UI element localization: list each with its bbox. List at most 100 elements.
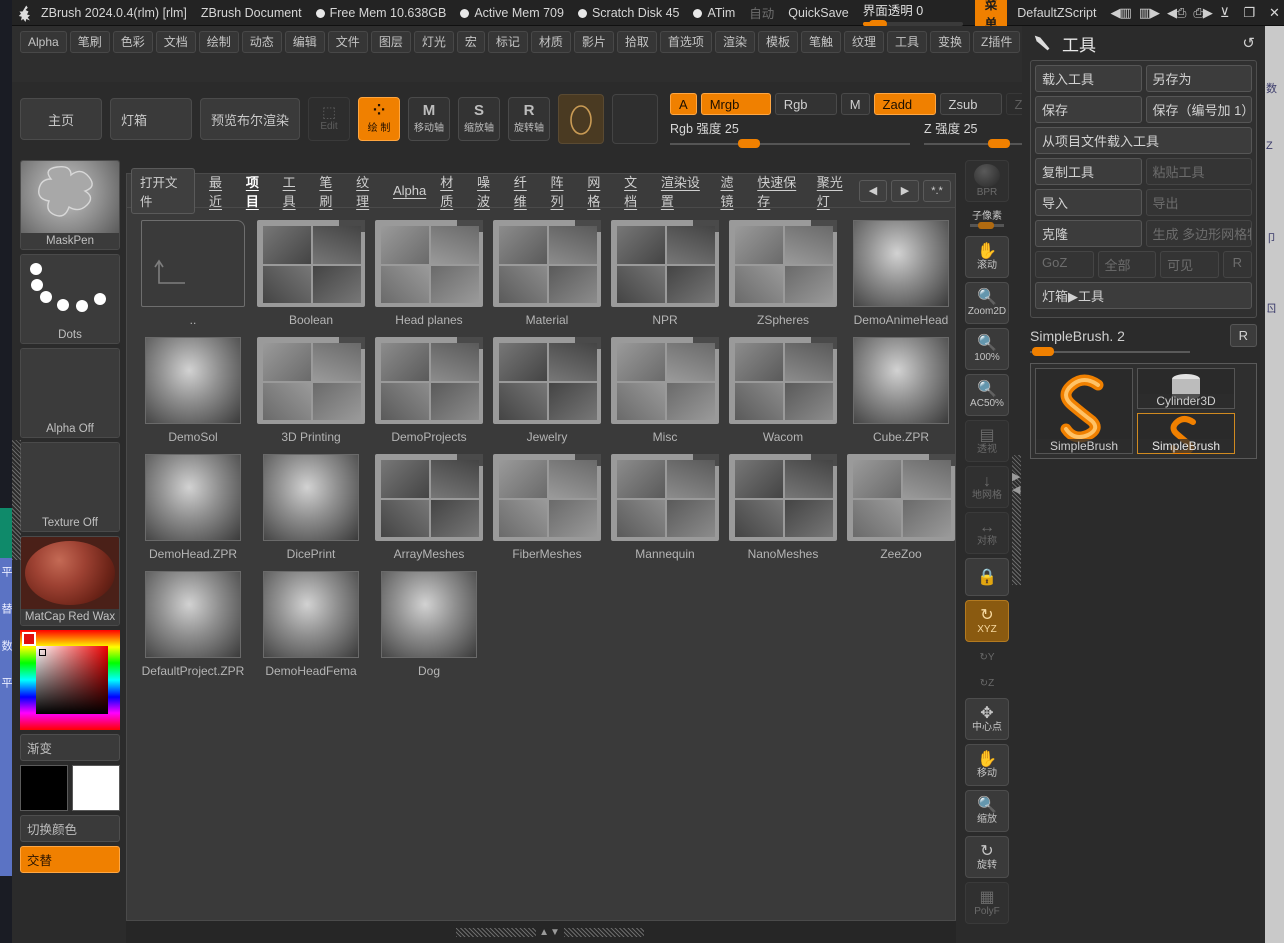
scroll-left-icon[interactable]: ◀▥ xyxy=(1110,5,1131,21)
rgb-intensity-track[interactable] xyxy=(670,139,911,148)
material-shelf[interactable]: MatCap Red Wax xyxy=(20,536,120,626)
rgb-intensity-slider[interactable]: Rgb 强度 25 xyxy=(670,118,911,148)
lightbox-tab-14[interactable]: 快速保存 xyxy=(751,169,809,213)
scroll-right-icon[interactable]: ▥▶ xyxy=(1139,5,1160,21)
color-picker[interactable] xyxy=(20,630,120,730)
menu-item-17[interactable]: 模板 xyxy=(757,31,798,53)
texture-shelf[interactable]: Texture Off xyxy=(20,442,120,532)
tool-button-0-1[interactable]: 另存为 xyxy=(1145,65,1252,92)
menu-item-21[interactable]: 变换 xyxy=(930,31,971,53)
lightbox-item[interactable]: DicePrint xyxy=(255,450,367,561)
lightbox-tab-12[interactable]: 渲染设置 xyxy=(655,169,713,213)
menu-item-2[interactable]: 色彩 xyxy=(112,31,153,53)
canvas-scroll-up-down-icon[interactable]: ▲▼ xyxy=(539,927,561,938)
menu-item-7[interactable]: 文件 xyxy=(327,31,368,53)
menu-item-0[interactable]: Alpha xyxy=(20,31,67,53)
lightbox-tab-4[interactable]: 纹理 xyxy=(350,169,385,213)
menu-item-9[interactable]: 灯光 xyxy=(413,31,454,53)
menu-item-16[interactable]: 渲染 xyxy=(714,31,755,53)
stroke-shelf[interactable]: Dots xyxy=(20,254,120,344)
frame-center-button[interactable]: ✥ 中心点 xyxy=(965,698,1009,740)
lightbox-tab-9[interactable]: 阵列 xyxy=(545,169,580,213)
tool-button-4-0[interactable]: 导入 xyxy=(1035,189,1142,216)
lightbox-item[interactable]: ArrayMeshes xyxy=(373,450,485,561)
lightbox-item[interactable]: DefaultProject.ZPR xyxy=(137,567,249,678)
minimize-button[interactable]: ⊻ xyxy=(1220,5,1230,21)
tool-button-2-0[interactable]: 从项目文件载入工具 xyxy=(1035,127,1252,154)
rgb-intensity-knob[interactable] xyxy=(738,139,761,148)
material-swatch-button[interactable] xyxy=(558,94,605,144)
lightbox-tab-3[interactable]: 笔刷 xyxy=(313,169,348,213)
lightbox-item[interactable]: FiberMeshes xyxy=(491,450,603,561)
lightbox-tab-0[interactable]: 最近 xyxy=(203,169,238,213)
rotate-button[interactable]: ↻ 旋转 xyxy=(965,836,1009,878)
lightbox-item[interactable]: DemoHeadFema xyxy=(255,567,367,678)
switch-mrgb[interactable]: Mrgb xyxy=(700,93,771,115)
lightbox-item[interactable]: .. xyxy=(137,216,249,327)
switch-zsub[interactable]: Zsub xyxy=(939,93,1002,115)
lightbox-item[interactable]: DemoHead.ZPR xyxy=(137,450,249,561)
lightbox-tab-10[interactable]: 网格 xyxy=(581,169,616,213)
switch-zadd[interactable]: Zadd xyxy=(873,93,936,115)
alternate-button[interactable]: 交替 xyxy=(20,846,120,873)
lightbox-item[interactable]: DemoSol xyxy=(137,333,249,444)
menu-item-6[interactable]: 编辑 xyxy=(284,31,325,53)
panel-expand-right-icon[interactable]: ⎙▶ xyxy=(1193,5,1212,21)
current-tool-knob[interactable] xyxy=(1032,347,1054,356)
rotate-mode-button[interactable]: R 旋转轴 xyxy=(508,97,551,141)
camera-lock-button[interactable]: 🔒 xyxy=(965,558,1009,596)
lightbox-collapse-arrows[interactable]: ▶ ◀ xyxy=(1012,470,1020,496)
menu-item-22[interactable]: Z插件 xyxy=(973,31,1021,53)
menu-item-12[interactable]: 材质 xyxy=(530,31,571,53)
lightbox-tab-5[interactable]: Alpha xyxy=(387,180,432,201)
lightbox-item[interactable]: Wacom xyxy=(727,333,839,444)
quicksave-button[interactable]: QuickSave xyxy=(788,6,848,20)
menu-item-19[interactable]: 纹理 xyxy=(843,31,884,53)
tool-button-0-0[interactable]: 载入工具 xyxy=(1035,65,1142,92)
switch-a[interactable]: A xyxy=(670,93,697,115)
tool-button-1-1[interactable]: 保存（编号加 1） xyxy=(1145,96,1252,123)
lightbox-tab-1[interactable]: 项目 xyxy=(240,169,275,213)
menu-item-18[interactable]: 笔触 xyxy=(800,31,841,53)
current-tool-track[interactable] xyxy=(1030,347,1190,356)
lightbox-item[interactable]: 3D Printing xyxy=(255,333,367,444)
lightbox-item[interactable]: NanoMeshes xyxy=(727,450,839,561)
actual-size-50-button[interactable]: 🔍 AC50% xyxy=(965,374,1009,416)
left-scroll-strip[interactable] xyxy=(12,440,21,560)
switch-m[interactable]: M xyxy=(840,93,870,115)
picker-current-swatch[interactable] xyxy=(22,632,36,646)
lightbox-item[interactable]: DemoAnimeHead xyxy=(845,216,957,327)
zoom-100-button[interactable]: 🔍 100% xyxy=(965,328,1009,370)
restore-button[interactable]: ❐ xyxy=(1243,5,1255,21)
lightbox-tab-15[interactable]: 聚光灯 xyxy=(811,169,857,213)
home-button[interactable]: 主页 xyxy=(20,98,102,140)
current-material-button[interactable] xyxy=(612,94,659,144)
menu-item-8[interactable]: 图层 xyxy=(370,31,411,53)
lightbox-button[interactable]: 灯箱 xyxy=(110,98,192,140)
alpha-shelf[interactable]: Alpha Off xyxy=(20,348,120,438)
lightbox-item[interactable]: ZSpheres xyxy=(727,216,839,327)
menu-item-15[interactable]: 首选项 xyxy=(659,31,712,53)
zscript-label[interactable]: DefaultZScript xyxy=(1017,6,1096,20)
menu-item-4[interactable]: 绘制 xyxy=(198,31,239,53)
scale-mode-button[interactable]: S 缩放轴 xyxy=(458,97,501,141)
lightbox-prev-button[interactable]: ◀ xyxy=(859,179,887,202)
lightbox-tab-11[interactable]: 文档 xyxy=(618,169,653,213)
menu-item-5[interactable]: 动态 xyxy=(241,31,282,53)
ui-transparency-track[interactable] xyxy=(862,19,963,28)
preview-boolean-button[interactable]: 预览布尔渲染 xyxy=(200,98,301,140)
secondary-color-swatch[interactable] xyxy=(72,765,120,811)
menu-item-14[interactable]: 拾取 xyxy=(616,31,657,53)
open-file-button[interactable]: 打开文件 xyxy=(131,167,196,214)
lightbox-tab-2[interactable]: 工具 xyxy=(277,169,312,213)
switch-color-button[interactable]: 切换颜色 xyxy=(20,815,120,842)
lightbox-item[interactable]: Misc xyxy=(609,333,721,444)
tool-button-3-0[interactable]: 复制工具 xyxy=(1035,158,1142,185)
menu-item-11[interactable]: 标记 xyxy=(487,31,528,53)
canvas-scroll-right[interactable] xyxy=(563,927,644,937)
brush-shelf[interactable]: MaskPen xyxy=(20,160,120,250)
z-intensity-knob[interactable] xyxy=(988,139,1011,148)
current-tool-slider[interactable]: SimpleBrush. 2 R xyxy=(1030,322,1257,359)
reset-icon[interactable]: ↺ xyxy=(1242,34,1255,52)
primary-color-swatch[interactable] xyxy=(20,765,68,811)
